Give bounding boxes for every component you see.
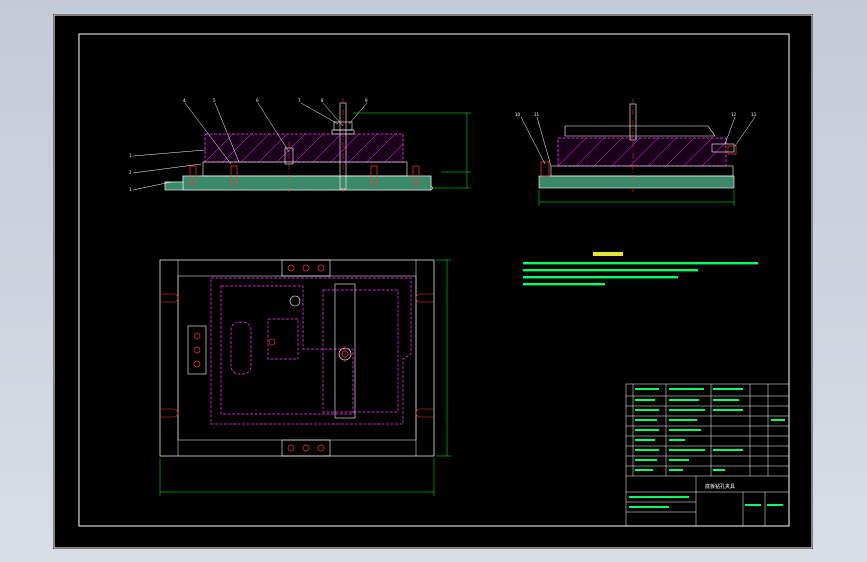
workpiece-outline-top <box>210 277 412 425</box>
svg-text:13: 13 <box>751 112 757 117</box>
svg-text:1: 1 <box>129 187 132 192</box>
side-base-plate <box>538 175 735 189</box>
workpiece-block <box>204 133 404 163</box>
svg-text:10: 10 <box>515 112 521 117</box>
svg-text:7: 7 <box>298 98 301 103</box>
side-view: 10 11 12 13 <box>515 98 757 206</box>
svg-text:9: 9 <box>365 98 368 103</box>
top-centerlines <box>337 346 353 362</box>
svg-text:6: 6 <box>256 98 259 103</box>
svg-text:8: 8 <box>321 98 324 103</box>
side-clamp-arm <box>564 125 716 137</box>
svg-text:11: 11 <box>534 112 540 117</box>
drawing-title: 底板钻孔夹具 <box>705 483 735 490</box>
side-support <box>550 165 734 177</box>
svg-text:2: 2 <box>129 170 132 175</box>
technical-notes <box>523 252 758 286</box>
svg-text:1: 1 <box>129 153 132 158</box>
support-plate <box>202 161 408 177</box>
bolt-plates <box>187 259 331 457</box>
svg-text:12: 12 <box>731 112 737 117</box>
drawing-sheet: 1 2 1 4 5 6 7 8 9 10 11 12 13 底板钻孔夹具 <box>53 14 813 549</box>
top-base-outline <box>159 259 435 457</box>
base-plate-body <box>182 175 432 191</box>
top-dimensions <box>159 259 451 496</box>
cad-viewport[interactable]: 1 2 1 4 5 6 7 8 9 10 11 12 13 底板钻孔夹具 <box>53 14 813 549</box>
hole-icon <box>268 295 352 361</box>
side-body <box>557 137 727 167</box>
side-width-dimension <box>538 190 735 206</box>
base-plate-flange <box>164 181 184 191</box>
sheet-border <box>53 14 813 549</box>
slot-icon <box>160 293 434 418</box>
parts-list <box>625 383 790 527</box>
bolt-icon <box>193 264 325 452</box>
top-inner-plate <box>177 275 417 441</box>
svg-text:5: 5 <box>213 98 216 103</box>
svg-text:4: 4 <box>183 98 186 103</box>
top-view <box>159 259 451 496</box>
front-view: 1 2 1 4 5 6 7 8 9 <box>129 98 471 194</box>
